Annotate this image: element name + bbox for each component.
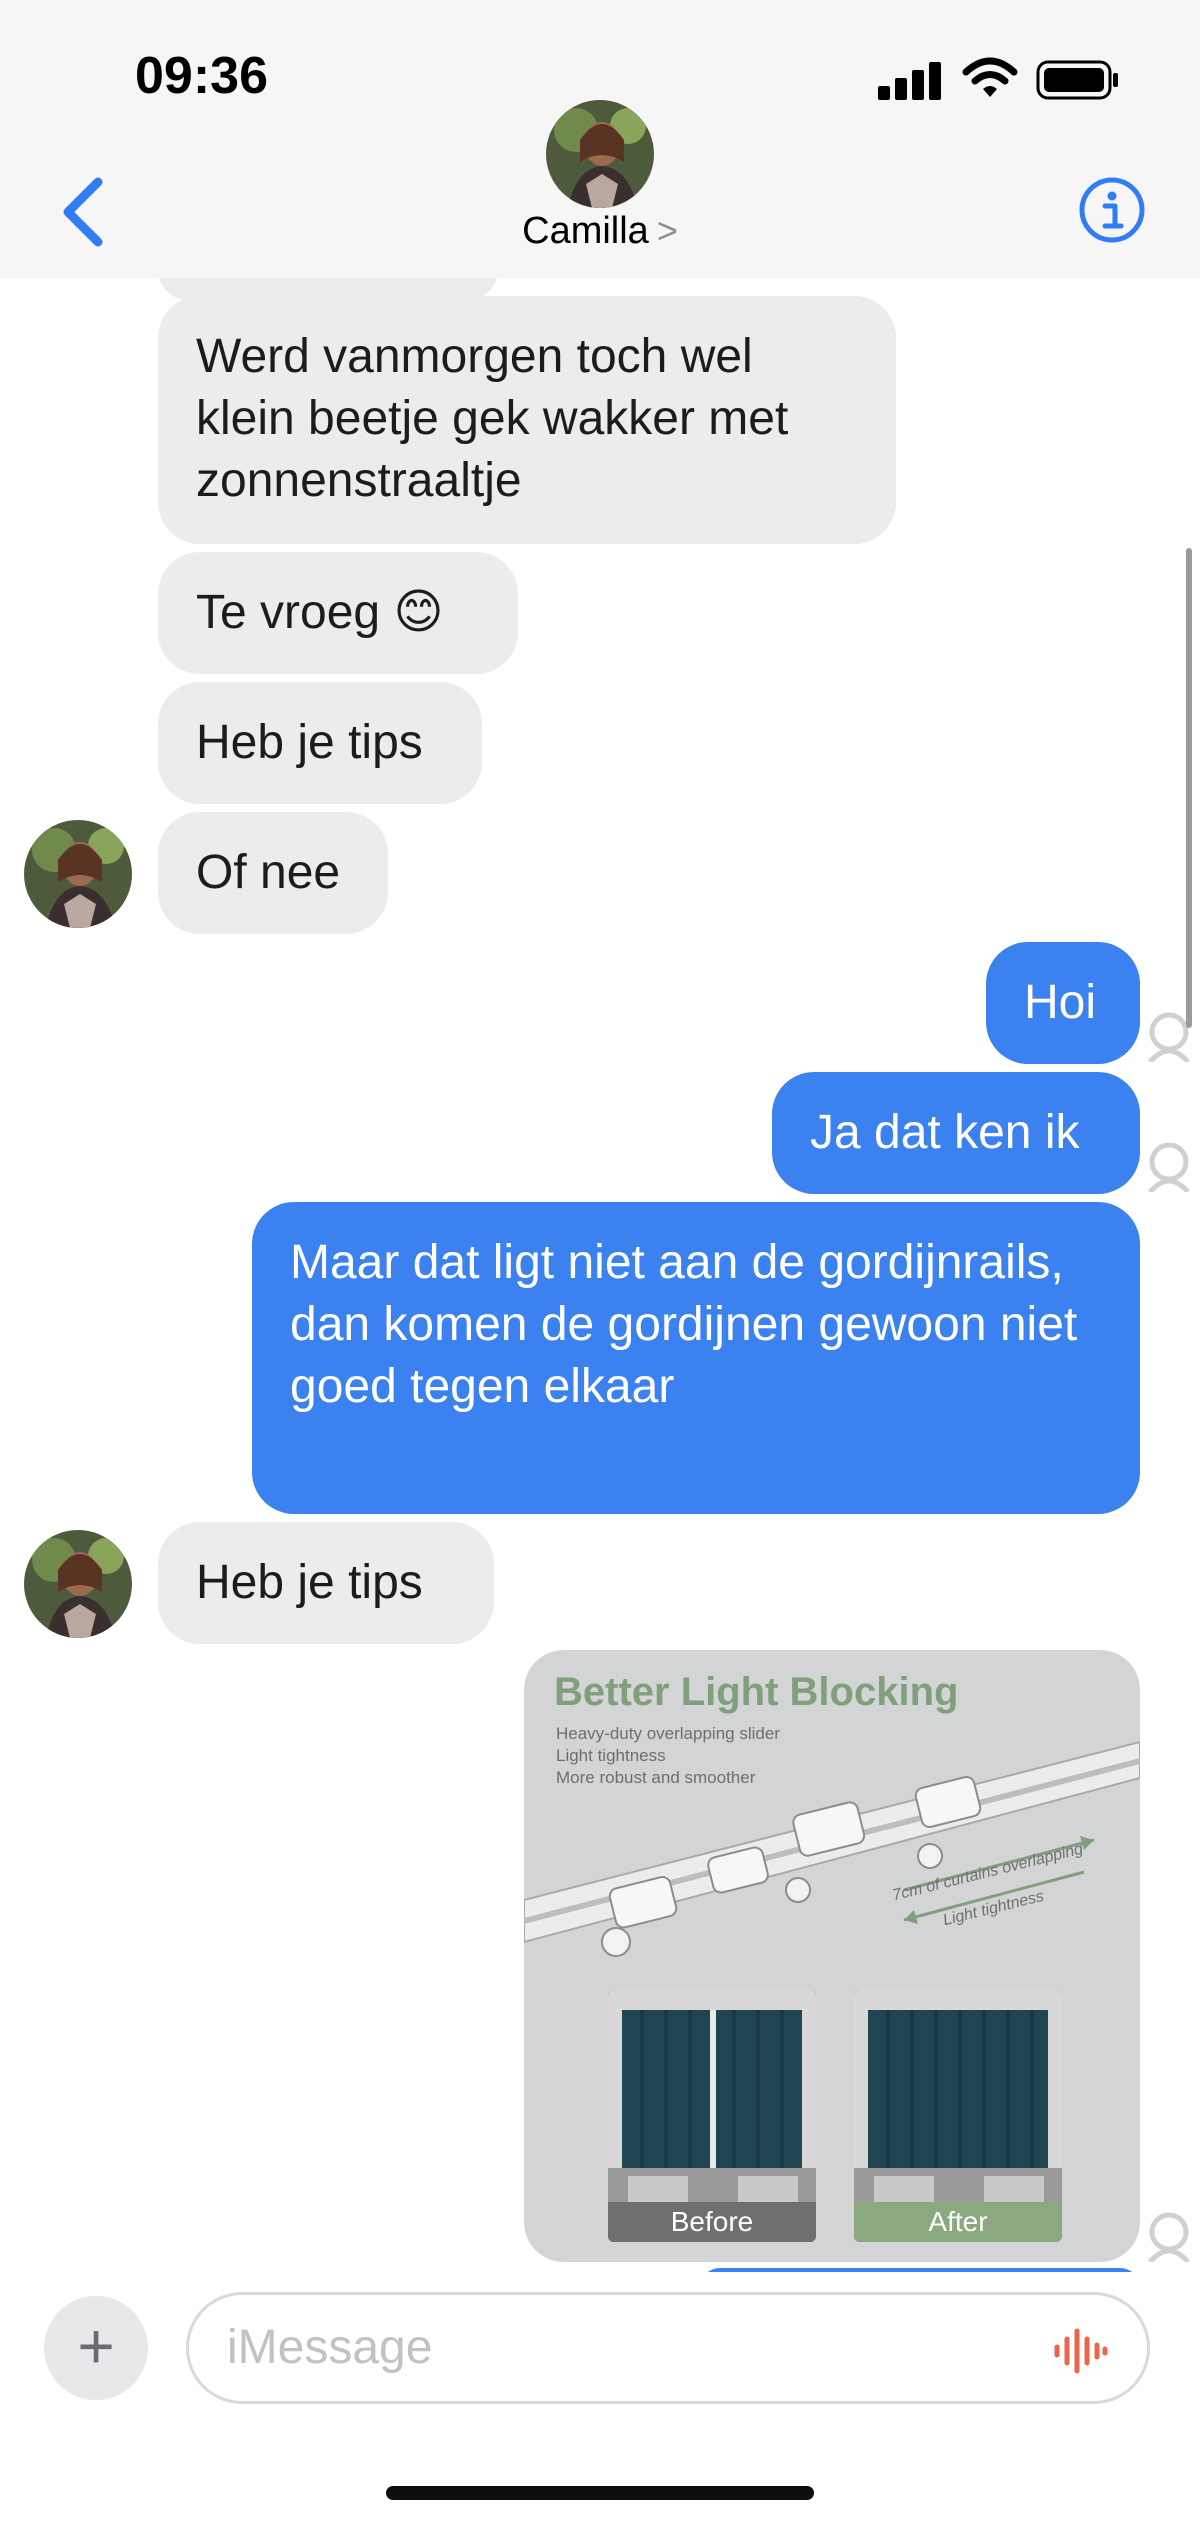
message-text: Te vroeg 😊 <box>196 586 444 639</box>
contact-avatar[interactable] <box>546 100 654 208</box>
message-input[interactable]: iMessage <box>186 2292 1150 2404</box>
curtain-rail-illustration <box>524 1740 1140 1957</box>
scrollbar[interactable] <box>1186 548 1192 1028</box>
message-bubble-incoming[interactable]: Heb je tips <box>158 1522 494 1644</box>
message-bubble-incoming[interactable]: Werd vanmorgen toch wel klein beetje gek… <box>158 296 896 544</box>
message-text: Hoi <box>1024 976 1097 1029</box>
after-photo: After <box>854 1990 1062 2242</box>
chevron-right-icon: > <box>656 210 678 251</box>
read-receipt-icon <box>1148 1142 1190 1192</box>
add-attachment-button[interactable]: + <box>44 2296 148 2400</box>
wifi-icon <box>962 57 1018 97</box>
message-text: Heb je tips <box>196 1556 423 1609</box>
image-attachment[interactable]: Better Light Blocking Heavy-duty overlap… <box>524 1650 1140 2262</box>
message-text: Ja dat ken ik <box>810 1106 1080 1159</box>
read-receipt-icon <box>1148 2212 1190 2262</box>
home-indicator[interactable] <box>386 2486 814 2500</box>
message-text: Heb je tips <box>196 716 423 769</box>
contact-name: Camilla <box>522 210 649 252</box>
message-bubble-outgoing[interactable]: Maar dat ligt niet aan de gordijnrails, … <box>252 1202 1140 1514</box>
message-input-placeholder: iMessage <box>227 2321 433 2374</box>
message-composer: + iMessage <box>0 2272 1200 2534</box>
signal-icon <box>878 60 942 100</box>
message-text: Of nee <box>196 846 341 899</box>
contact-avatar-small[interactable] <box>24 820 132 928</box>
contact-name-button[interactable]: Camilla > <box>0 210 1200 253</box>
info-icon[interactable] <box>1078 176 1146 244</box>
message-bubble-incoming[interactable]: Heb je tips <box>158 682 482 804</box>
audio-waveform-icon[interactable] <box>1051 2327 1111 2375</box>
contact-avatar-small[interactable] <box>24 1530 132 1638</box>
message-bubble-outgoing[interactable]: Hoi <box>986 942 1140 1064</box>
message-text: Maar dat ligt niet aan de gordijnrails, … <box>290 1236 1078 1413</box>
conversation-header: 09:36 Camilla > <box>0 0 1200 278</box>
before-label: Before <box>608 2202 816 2242</box>
battery-icon <box>1036 60 1118 100</box>
message-bubble-incoming[interactable]: Of nee <box>158 812 388 934</box>
messages-screen: Werd vanmorgen toch wel klein beetje gek… <box>0 0 1200 2534</box>
message-bubble-outgoing[interactable]: Ja dat ken ik <box>772 1072 1140 1194</box>
status-time: 09:36 <box>135 47 268 105</box>
message-bubble-incoming[interactable]: Te vroeg 😊 <box>158 552 518 674</box>
before-photo: Before <box>608 1990 816 2242</box>
message-text: Werd vanmorgen toch wel klein beetje gek… <box>196 330 789 507</box>
after-label: After <box>854 2202 1062 2242</box>
